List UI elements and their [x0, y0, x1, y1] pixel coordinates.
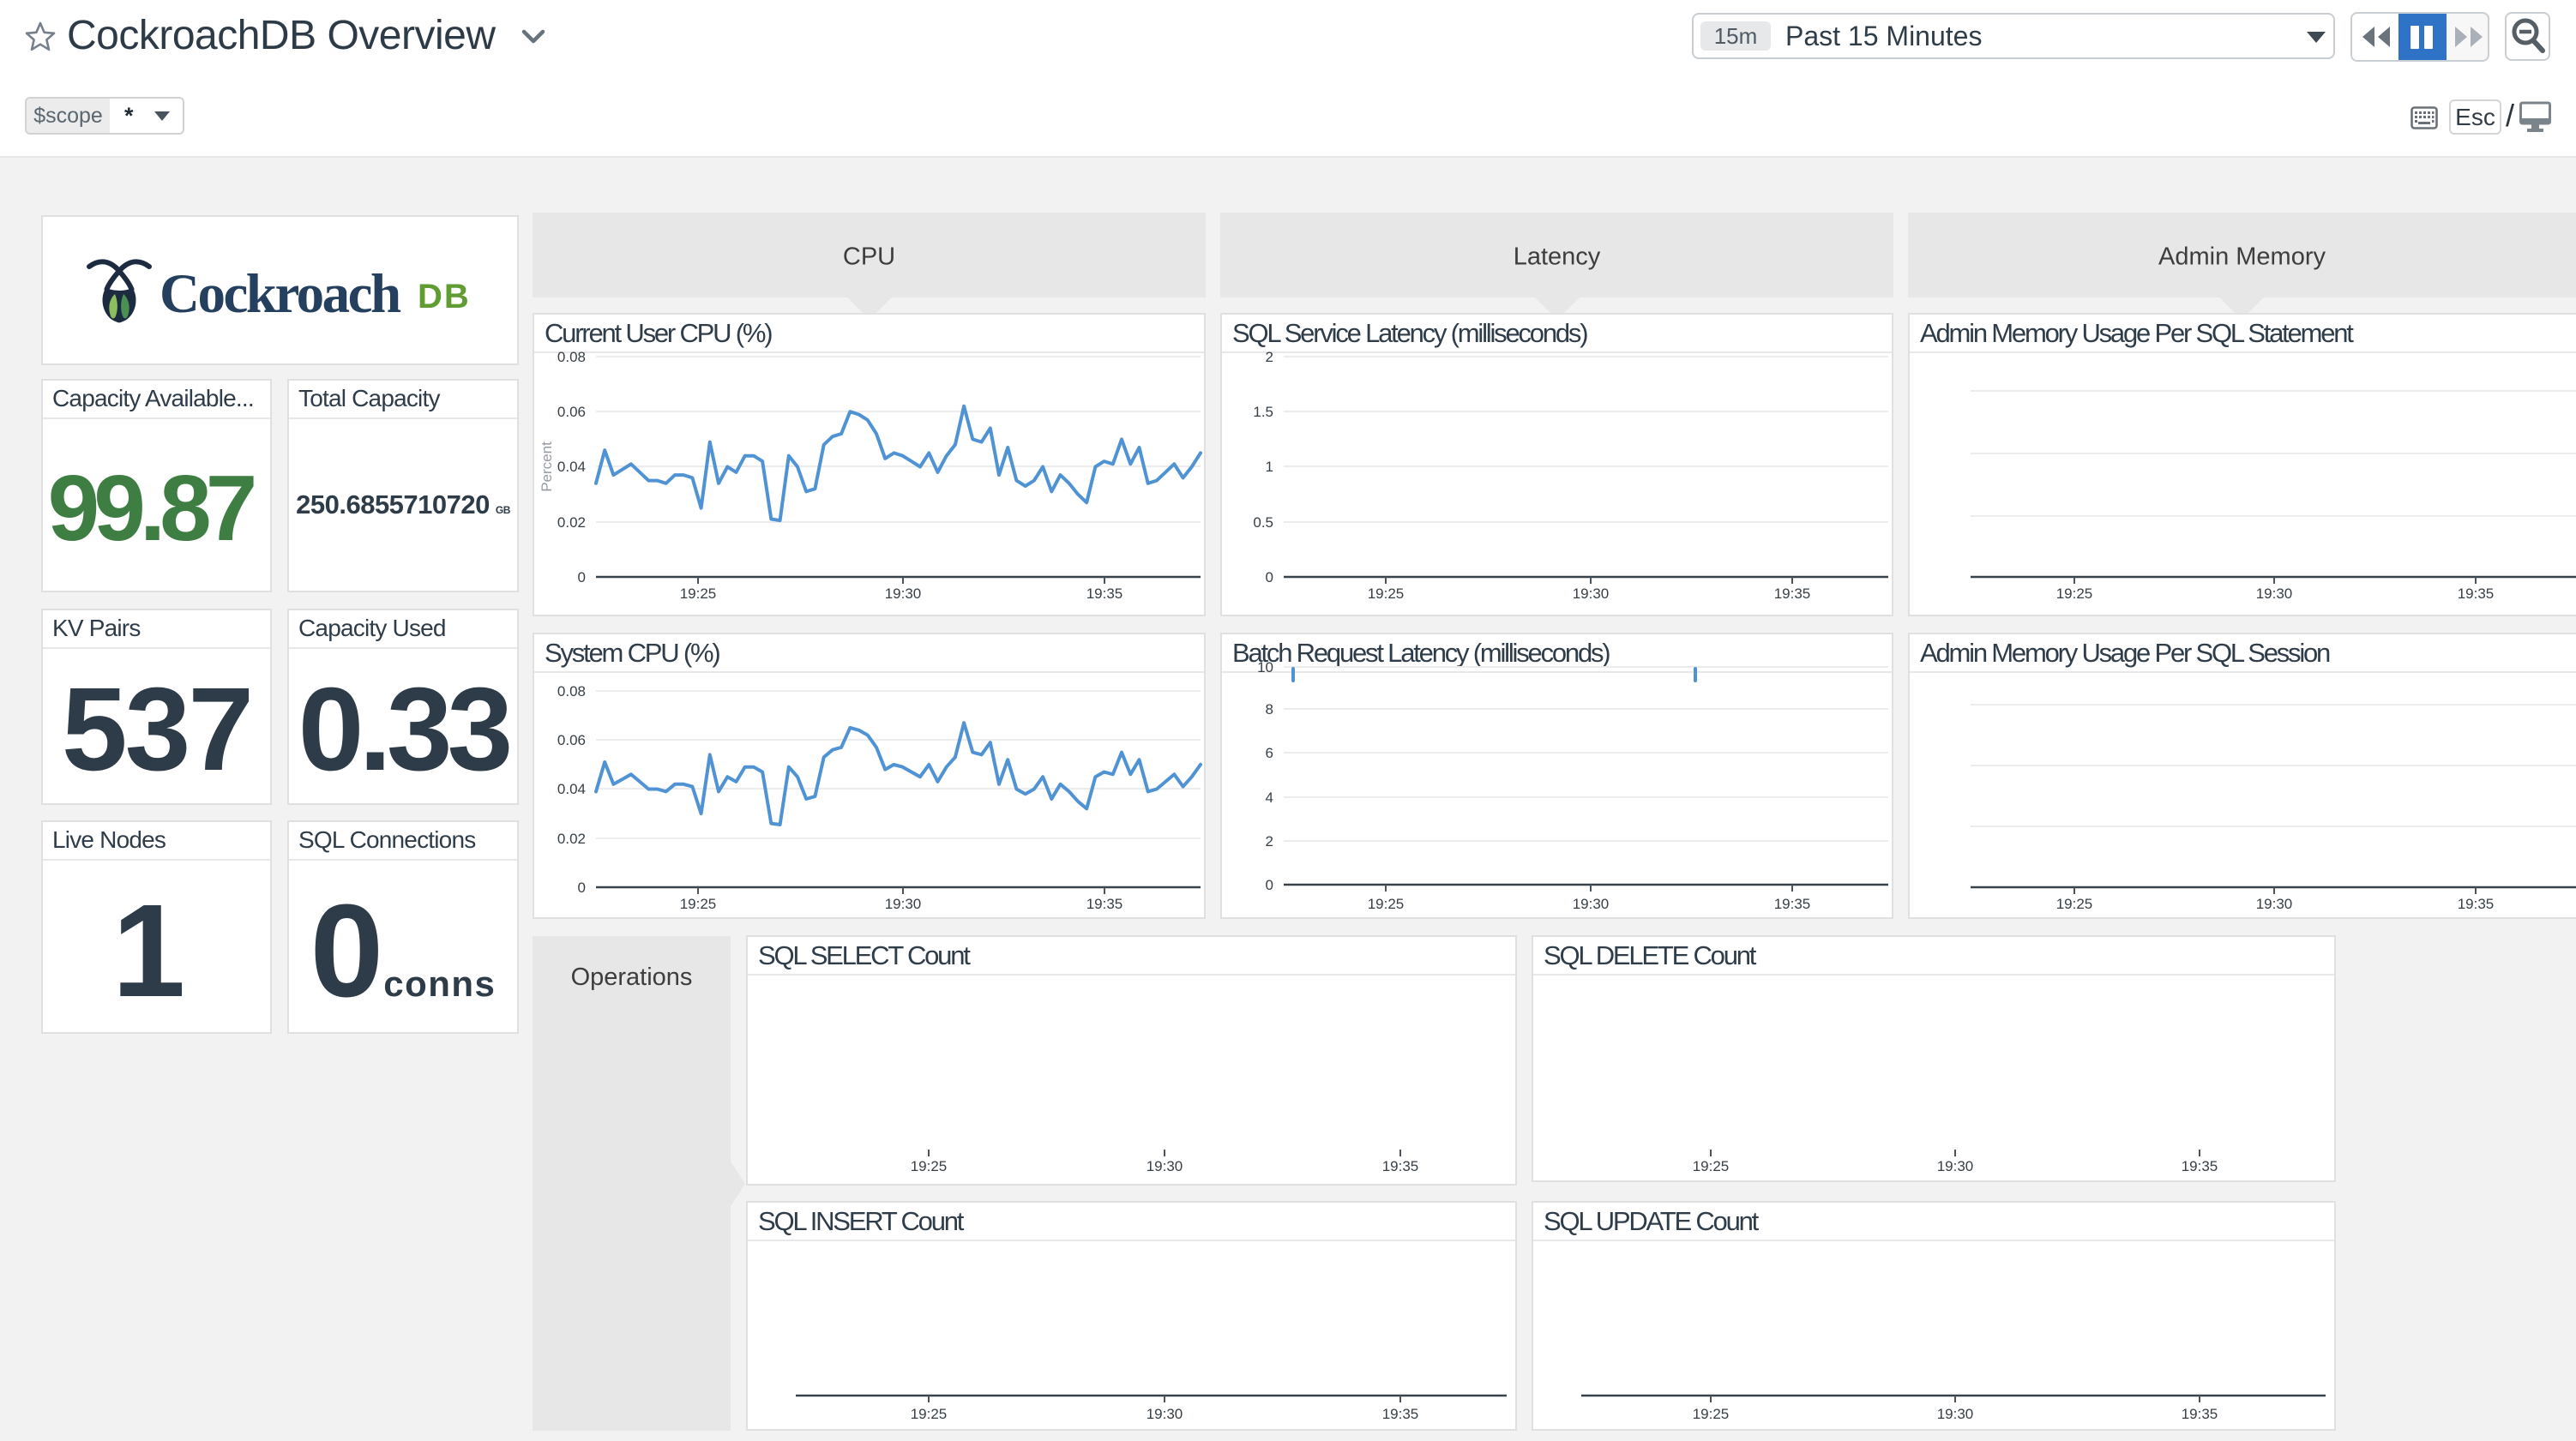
svg-text:1: 1	[1266, 459, 1273, 475]
svg-text:0.5: 0.5	[1253, 514, 1273, 531]
svg-text:19:30: 19:30	[2256, 585, 2293, 602]
svg-text:0: 0	[578, 569, 586, 585]
svg-text:19:30: 19:30	[1147, 1158, 1183, 1174]
svg-text:6: 6	[1266, 745, 1273, 761]
svg-text:19:25: 19:25	[2056, 896, 2093, 912]
svg-text:19:25: 19:25	[2056, 585, 2093, 602]
svg-text:19:35: 19:35	[1086, 585, 1123, 602]
svg-text:19:35: 19:35	[2458, 896, 2495, 912]
svg-text:19:25: 19:25	[680, 585, 717, 602]
svg-text:1.5: 1.5	[1253, 404, 1273, 420]
svg-text:19:35: 19:35	[1774, 585, 1811, 602]
svg-text:0.02: 0.02	[557, 514, 586, 531]
svg-text:19:35: 19:35	[1086, 896, 1123, 912]
svg-text:19:25: 19:25	[911, 1406, 948, 1422]
svg-text:19:35: 19:35	[2182, 1158, 2218, 1174]
svg-text:2: 2	[1266, 349, 1273, 365]
svg-text:0.08: 0.08	[557, 349, 586, 365]
svg-text:19:30: 19:30	[1573, 585, 1610, 602]
svg-text:19:30: 19:30	[1937, 1406, 1974, 1422]
svg-text:19:35: 19:35	[2458, 585, 2495, 602]
svg-text:19:35: 19:35	[2182, 1406, 2218, 1422]
svg-text:19:35: 19:35	[1382, 1406, 1419, 1422]
svg-text:19:25: 19:25	[1368, 896, 1405, 912]
svg-text:Percent: Percent	[539, 441, 555, 492]
svg-text:10: 10	[1257, 659, 1273, 675]
svg-text:19:25: 19:25	[680, 896, 717, 912]
svg-text:0: 0	[1266, 877, 1273, 893]
svg-text:19:30: 19:30	[1573, 896, 1610, 912]
svg-text:19:30: 19:30	[2256, 896, 2293, 912]
svg-text:19:35: 19:35	[1774, 896, 1811, 912]
svg-text:19:30: 19:30	[885, 585, 922, 602]
svg-text:19:25: 19:25	[1368, 585, 1405, 602]
svg-text:0.04: 0.04	[557, 459, 586, 475]
svg-text:19:35: 19:35	[1382, 1158, 1419, 1174]
svg-text:19:30: 19:30	[885, 896, 922, 912]
svg-text:0.04: 0.04	[557, 781, 586, 797]
svg-text:0.06: 0.06	[557, 732, 586, 748]
svg-text:19:25: 19:25	[1693, 1158, 1730, 1174]
svg-text:0: 0	[578, 880, 586, 896]
svg-text:0: 0	[1266, 569, 1273, 585]
svg-text:19:30: 19:30	[1147, 1406, 1183, 1422]
svg-text:2: 2	[1266, 833, 1273, 850]
svg-text:0.06: 0.06	[557, 404, 586, 420]
svg-text:8: 8	[1266, 701, 1273, 717]
svg-text:19:25: 19:25	[1693, 1406, 1730, 1422]
svg-text:19:30: 19:30	[1937, 1158, 1974, 1174]
svg-text:4: 4	[1266, 790, 1273, 806]
svg-text:19:25: 19:25	[911, 1158, 948, 1174]
svg-text:0.08: 0.08	[557, 683, 586, 699]
svg-text:0.02: 0.02	[557, 831, 586, 847]
